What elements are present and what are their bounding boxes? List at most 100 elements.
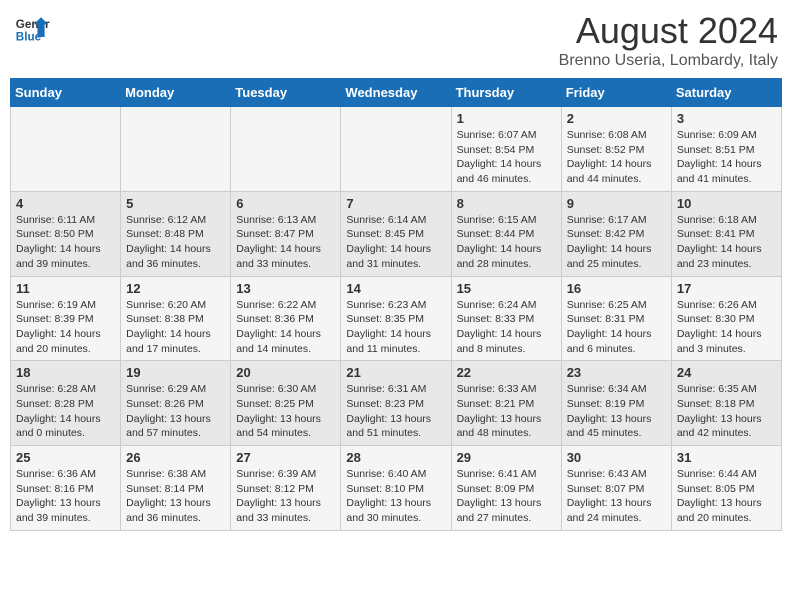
calendar-cell bbox=[121, 107, 231, 192]
day-info: Sunrise: 6:29 AM Sunset: 8:26 PM Dayligh… bbox=[126, 382, 225, 441]
calendar-cell: 19 Sunrise: 6:29 AM Sunset: 8:26 PM Dayli… bbox=[121, 361, 231, 446]
day-number: 9 bbox=[567, 196, 666, 211]
calendar-cell bbox=[231, 107, 341, 192]
day-number: 19 bbox=[126, 365, 225, 380]
calendar-cell: 1 Sunrise: 6:07 AM Sunset: 8:54 PM Daylig… bbox=[451, 107, 561, 192]
calendar-cell: 15 Sunrise: 6:24 AM Sunset: 8:33 PM Dayli… bbox=[451, 276, 561, 361]
day-number: 7 bbox=[346, 196, 445, 211]
svg-text:General: General bbox=[16, 18, 50, 31]
calendar-cell: 9 Sunrise: 6:17 AM Sunset: 8:42 PM Daylig… bbox=[561, 191, 671, 276]
day-number: 20 bbox=[236, 365, 335, 380]
calendar-cell: 8Sunrise: 6:15 AM Sunset: 8:44 PM Daylig… bbox=[451, 191, 561, 276]
day-info: Sunrise: 6:20 AM Sunset: 8:38 PM Dayligh… bbox=[126, 298, 225, 357]
calendar-cell: 12 Sunrise: 6:20 AM Sunset: 8:38 PM Dayli… bbox=[121, 276, 231, 361]
page-title: August 2024 bbox=[559, 10, 778, 52]
calendar-week-4: 18 Sunrise: 6:28 AM Sunset: 8:28 PM Dayli… bbox=[11, 361, 782, 446]
day-info: Sunrise: 6:36 AM Sunset: 8:16 PM Dayligh… bbox=[16, 467, 115, 526]
day-number: 18 bbox=[16, 365, 115, 380]
day-info: Sunrise: 6:34 AM Sunset: 8:19 PM Dayligh… bbox=[567, 382, 666, 441]
day-number: 12 bbox=[126, 281, 225, 296]
day-info: Sunrise: 6:35 AM Sunset: 8:18 PM Dayligh… bbox=[677, 382, 776, 441]
day-number: 29 bbox=[457, 450, 556, 465]
day-number: 2 bbox=[567, 111, 666, 126]
day-number: 14 bbox=[346, 281, 445, 296]
day-info: Sunrise: 6:08 AM Sunset: 8:52 PM Dayligh… bbox=[567, 128, 666, 187]
day-info: Sunrise: 6:41 AM Sunset: 8:09 PM Dayligh… bbox=[457, 467, 556, 526]
day-number: 31 bbox=[677, 450, 776, 465]
day-number: 8 bbox=[457, 196, 556, 211]
calendar-cell: 27Sunrise: 6:39 AM Sunset: 8:12 PM Dayli… bbox=[231, 446, 341, 531]
header-thursday: Thursday bbox=[451, 79, 561, 107]
header-saturday: Saturday bbox=[671, 79, 781, 107]
calendar-cell: 7 Sunrise: 6:14 AM Sunset: 8:45 PM Daylig… bbox=[341, 191, 451, 276]
day-info: Sunrise: 6:28 AM Sunset: 8:28 PM Dayligh… bbox=[16, 382, 115, 441]
calendar-week-2: 4 Sunrise: 6:11 AM Sunset: 8:50 PM Daylig… bbox=[11, 191, 782, 276]
day-info: Sunrise: 6:19 AM Sunset: 8:39 PM Dayligh… bbox=[16, 298, 115, 357]
calendar-cell: 20 Sunrise: 6:30 AM Sunset: 8:25 PM Dayli… bbox=[231, 361, 341, 446]
calendar-cell: 2 Sunrise: 6:08 AM Sunset: 8:52 PM Daylig… bbox=[561, 107, 671, 192]
day-number: 22 bbox=[457, 365, 556, 380]
day-info: Sunrise: 6:13 AM Sunset: 8:47 PM Dayligh… bbox=[236, 213, 335, 272]
logo-icon: General Blue bbox=[14, 10, 50, 46]
calendar-cell: 18 Sunrise: 6:28 AM Sunset: 8:28 PM Dayli… bbox=[11, 361, 121, 446]
calendar-cell: 24 Sunrise: 6:35 AM Sunset: 8:18 PM Dayli… bbox=[671, 361, 781, 446]
day-info: Sunrise: 6:18 AM Sunset: 8:41 PM Dayligh… bbox=[677, 213, 776, 272]
day-info: Sunrise: 6:22 AM Sunset: 8:36 PM Dayligh… bbox=[236, 298, 335, 357]
calendar-cell: 3Sunrise: 6:09 AM Sunset: 8:51 PM Daylig… bbox=[671, 107, 781, 192]
calendar-cell: 5Sunrise: 6:12 AM Sunset: 8:48 PM Daylig… bbox=[121, 191, 231, 276]
calendar-cell: 6 Sunrise: 6:13 AM Sunset: 8:47 PM Daylig… bbox=[231, 191, 341, 276]
day-info: Sunrise: 6:30 AM Sunset: 8:25 PM Dayligh… bbox=[236, 382, 335, 441]
day-number: 24 bbox=[677, 365, 776, 380]
calendar-cell bbox=[11, 107, 121, 192]
day-info: Sunrise: 6:17 AM Sunset: 8:42 PM Dayligh… bbox=[567, 213, 666, 272]
day-info: Sunrise: 6:07 AM Sunset: 8:54 PM Dayligh… bbox=[457, 128, 556, 187]
calendar-cell: 25 Sunrise: 6:36 AM Sunset: 8:16 PM Dayli… bbox=[11, 446, 121, 531]
day-number: 25 bbox=[16, 450, 115, 465]
title-area: August 2024 Brenno Useria, Lombardy, Ita… bbox=[559, 10, 778, 70]
day-info: Sunrise: 6:33 AM Sunset: 8:21 PM Dayligh… bbox=[457, 382, 556, 441]
calendar-table: Sunday Monday Tuesday Wednesday Thursday… bbox=[10, 78, 782, 531]
calendar-cell: 11 Sunrise: 6:19 AM Sunset: 8:39 PM Dayli… bbox=[11, 276, 121, 361]
day-number: 21 bbox=[346, 365, 445, 380]
header-tuesday: Tuesday bbox=[231, 79, 341, 107]
day-info: Sunrise: 6:14 AM Sunset: 8:45 PM Dayligh… bbox=[346, 213, 445, 272]
calendar-cell: 10 Sunrise: 6:18 AM Sunset: 8:41 PM Dayli… bbox=[671, 191, 781, 276]
header-wednesday: Wednesday bbox=[341, 79, 451, 107]
day-number: 4 bbox=[16, 196, 115, 211]
day-info: Sunrise: 6:26 AM Sunset: 8:30 PM Dayligh… bbox=[677, 298, 776, 357]
calendar-cell: 22 Sunrise: 6:33 AM Sunset: 8:21 PM Dayli… bbox=[451, 361, 561, 446]
day-info: Sunrise: 6:11 AM Sunset: 8:50 PM Dayligh… bbox=[16, 213, 115, 272]
day-number: 3 bbox=[677, 111, 776, 126]
day-info: Sunrise: 6:23 AM Sunset: 8:35 PM Dayligh… bbox=[346, 298, 445, 357]
header-friday: Friday bbox=[561, 79, 671, 107]
day-number: 28 bbox=[346, 450, 445, 465]
calendar-cell: 21Sunrise: 6:31 AM Sunset: 8:23 PM Dayli… bbox=[341, 361, 451, 446]
day-number: 16 bbox=[567, 281, 666, 296]
day-number: 30 bbox=[567, 450, 666, 465]
calendar-cell: 4 Sunrise: 6:11 AM Sunset: 8:50 PM Daylig… bbox=[11, 191, 121, 276]
day-number: 23 bbox=[567, 365, 666, 380]
day-number: 1 bbox=[457, 111, 556, 126]
day-number: 17 bbox=[677, 281, 776, 296]
calendar-cell: 30Sunrise: 6:43 AM Sunset: 8:07 PM Dayli… bbox=[561, 446, 671, 531]
header-monday: Monday bbox=[121, 79, 231, 107]
calendar-week-3: 11 Sunrise: 6:19 AM Sunset: 8:39 PM Dayli… bbox=[11, 276, 782, 361]
day-number: 26 bbox=[126, 450, 225, 465]
day-number: 15 bbox=[457, 281, 556, 296]
day-info: Sunrise: 6:25 AM Sunset: 8:31 PM Dayligh… bbox=[567, 298, 666, 357]
day-number: 10 bbox=[677, 196, 776, 211]
header: General Blue August 2024 Brenno Useria, … bbox=[10, 10, 782, 70]
day-number: 27 bbox=[236, 450, 335, 465]
calendar-cell: 23 Sunrise: 6:34 AM Sunset: 8:19 PM Dayli… bbox=[561, 361, 671, 446]
calendar-week-1: 1 Sunrise: 6:07 AM Sunset: 8:54 PM Daylig… bbox=[11, 107, 782, 192]
day-info: Sunrise: 6:24 AM Sunset: 8:33 PM Dayligh… bbox=[457, 298, 556, 357]
page-subtitle: Brenno Useria, Lombardy, Italy bbox=[559, 52, 778, 70]
day-number: 13 bbox=[236, 281, 335, 296]
calendar-cell bbox=[341, 107, 451, 192]
day-info: Sunrise: 6:40 AM Sunset: 8:10 PM Dayligh… bbox=[346, 467, 445, 526]
day-number: 6 bbox=[236, 196, 335, 211]
header-sunday: Sunday bbox=[11, 79, 121, 107]
calendar-cell: 26Sunrise: 6:38 AM Sunset: 8:14 PM Dayli… bbox=[121, 446, 231, 531]
day-number: 11 bbox=[16, 281, 115, 296]
calendar-cell: 31Sunrise: 6:44 AM Sunset: 8:05 PM Dayli… bbox=[671, 446, 781, 531]
